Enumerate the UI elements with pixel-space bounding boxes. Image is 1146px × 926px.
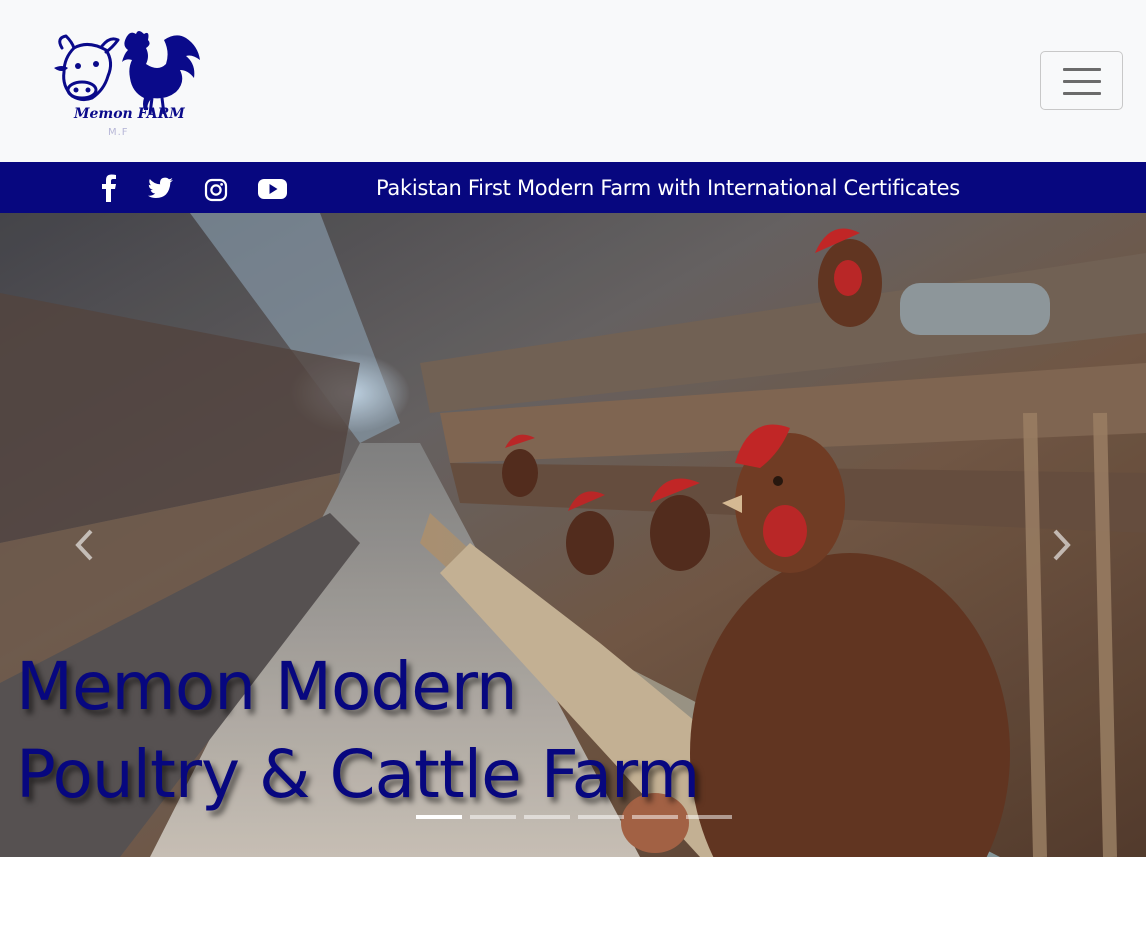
hamburger-icon <box>1063 68 1101 71</box>
logo-brand-text: Memon FARM <box>74 106 185 122</box>
youtube-icon <box>258 179 287 199</box>
caption-line-1: Memon Modern <box>16 648 518 725</box>
carousel-indicators <box>416 815 732 819</box>
hero-carousel: Memon Modern Poultry & Cattle Farm <box>0 213 1146 857</box>
twitter-icon <box>148 177 173 198</box>
carousel-caption: Memon Modern Poultry & Cattle Farm <box>16 643 700 819</box>
navbar-toggle-button[interactable] <box>1040 51 1123 110</box>
carousel-indicator-5[interactable] <box>632 815 678 819</box>
hamburger-icon-bar <box>1063 80 1101 83</box>
chevron-right-icon <box>1053 529 1071 561</box>
top-info-bar: Pakistan First Modern Farm with Internat… <box>0 162 1146 213</box>
carousel-indicator-2[interactable] <box>470 815 516 819</box>
tagline-text: Pakistan First Modern Farm with Internat… <box>376 176 960 200</box>
carousel-indicator-4[interactable] <box>578 815 624 819</box>
facebook-icon <box>102 174 116 202</box>
site-header: Memon FARM M.F <box>0 0 1146 162</box>
carousel-indicator-6[interactable] <box>686 815 732 819</box>
facebook-link[interactable] <box>100 174 118 202</box>
caption-line-2: Poultry & Cattle Farm <box>16 736 700 813</box>
carousel-prev-button[interactable] <box>66 523 106 563</box>
carousel-indicator-3[interactable] <box>524 815 570 819</box>
youtube-link[interactable] <box>258 174 287 202</box>
instagram-icon <box>204 178 228 202</box>
instagram-link[interactable] <box>204 174 228 202</box>
brand-logo[interactable]: Memon FARM M.F <box>52 28 204 146</box>
twitter-link[interactable] <box>148 174 174 202</box>
chevron-left-icon <box>75 529 93 561</box>
hamburger-icon-bar <box>1063 92 1101 95</box>
logo-sub-text: M.F <box>108 127 129 138</box>
carousel-next-button[interactable] <box>1040 523 1080 563</box>
carousel-indicator-1[interactable] <box>416 815 462 819</box>
